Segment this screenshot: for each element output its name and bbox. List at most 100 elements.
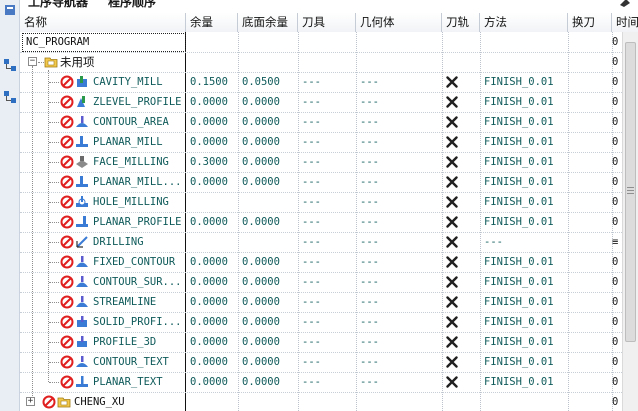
geometry-value: --- [360, 276, 379, 288]
operation-row[interactable]: PLANAR_MILL... 0.0000 0.0000 --- --- FINISH_0… [20, 172, 622, 192]
method-value: FINISH_0.01 [484, 136, 554, 148]
operation-row[interactable]: PROFILE_3D 0.0000 0.0000 --- --- FINISH_0.01 0 [20, 332, 622, 352]
operation-name: FIXED_CONTOUR [93, 256, 176, 268]
stock-value: 0.0000 [190, 296, 228, 308]
operation-row[interactable]: STREAMLINE 0.0000 0.0000 --- --- FINISH_0.01 0 [20, 292, 622, 312]
tree-line [49, 362, 59, 363]
operation-row[interactable]: PLANAR_PROFILE 0.0000 0.0000 --- --- FINISH_0… [20, 212, 622, 232]
operation-row[interactable]: HOLE_MILLING --- --- FINISH_0.01 0 [20, 192, 622, 212]
tool-value: --- [302, 156, 321, 168]
time-value: 0 [612, 216, 619, 228]
operation-row[interactable]: DRILLING --- --- --- ≡ [20, 232, 622, 252]
path-invalid-icon [446, 356, 458, 368]
column-method[interactable]: 方法 [480, 13, 568, 32]
column-tool[interactable]: 刀具 [298, 13, 356, 32]
zlevel-profile-icon [75, 95, 89, 109]
stock-value: 0.0000 [190, 376, 228, 388]
floor-stock-value: 0.0000 [242, 156, 280, 168]
vertical-scrollbar[interactable] [622, 32, 638, 411]
time-value: 0 [612, 56, 619, 68]
stock-value: 0.0000 [190, 96, 228, 108]
cavity-mill-icon [75, 75, 89, 89]
column-path[interactable]: 刀轨 [442, 13, 480, 32]
operation-row[interactable]: CONTOUR_TEXT 0.0000 0.0000 --- --- FINISH_0.0… [20, 352, 622, 372]
operation-name: CONTOUR_AREA [93, 116, 169, 128]
status-none-icon [60, 115, 74, 129]
drilling-icon [75, 235, 89, 249]
operation-row[interactable]: SOLID_PROFI... 0.0000 0.0000 --- --- FINISH_0… [20, 312, 622, 332]
operation-row[interactable]: CONTOUR_SUR... 0.0000 0.0000 --- --- FINISH_0… [20, 272, 622, 292]
geometry-value: --- [360, 136, 379, 148]
column-tool-change[interactable]: 换刀 [568, 13, 612, 32]
geometry-value: --- [360, 256, 379, 268]
status-none-icon [60, 295, 74, 309]
pin-icon[interactable] [618, 0, 632, 8]
contour-text-icon [75, 355, 89, 369]
planar-text-icon [75, 375, 89, 389]
column-name[interactable]: 名称 [20, 13, 186, 32]
column-geometry[interactable]: 几何体 [356, 13, 442, 32]
operation-name: CONTOUR_TEXT [93, 356, 169, 368]
tool-value: --- [302, 176, 321, 188]
tree-line [49, 342, 59, 343]
tool-value: --- [302, 296, 321, 308]
operation-row[interactable]: PLANAR_MILL 0.0000 0.0000 --- --- FINISH_0.01… [20, 132, 622, 152]
operation-name: PLANAR_MILL... [93, 176, 182, 188]
tree-line [49, 202, 59, 203]
status-none-icon [60, 375, 74, 389]
scroll-grip [627, 193, 634, 194]
tree-row-program[interactable]: + CHENG_XU 0 [20, 392, 622, 411]
method-value: FINISH_0.01 [484, 96, 554, 108]
geometry-value: --- [360, 176, 379, 188]
tree-line [49, 122, 59, 123]
floor-stock-value: 0.0000 [242, 216, 280, 228]
path-invalid-icon [446, 376, 458, 388]
operation-name: DRILLING [93, 236, 144, 248]
tree-view-icon[interactable] [3, 58, 17, 72]
method-value: --- [484, 236, 503, 248]
tree-row-unused[interactable]: − 未用项 0 [20, 52, 622, 72]
column-time[interactable]: 时间 [612, 13, 638, 32]
operation-name: STREAMLINE [93, 296, 157, 308]
geometry-value: --- [360, 376, 379, 388]
method-value: FINISH_0.01 [484, 216, 554, 228]
path-invalid-icon [446, 336, 458, 348]
status-none-icon [60, 235, 74, 249]
time-value: 0 [612, 156, 619, 168]
solid-profile-icon [75, 315, 89, 329]
tool-value: --- [302, 116, 321, 128]
tool-value: --- [302, 256, 321, 268]
scrollbar-thumb[interactable] [625, 42, 636, 342]
operation-row[interactable]: PLANAR_TEXT 0.0000 0.0000 --- --- FINISH_0.01… [20, 372, 622, 392]
operation-row[interactable]: FACE_MILLING 0.3000 0.0000 --- --- FINISH_0.0… [20, 152, 622, 172]
stock-value: 0.1500 [190, 76, 228, 88]
tool-value: --- [302, 216, 321, 228]
floor-stock-value [238, 192, 298, 212]
path-invalid-icon [446, 196, 458, 208]
operation-row[interactable]: ZLEVEL_PROFILE 0.0000 0.0000 --- --- FINISH_0… [20, 92, 622, 112]
method-value: FINISH_0.01 [484, 316, 554, 328]
tree-row-root[interactable]: NC_PROGRAM 0 [20, 32, 622, 52]
navigator-tool-icon[interactable] [3, 3, 17, 17]
collapse-toggle[interactable]: − [28, 57, 37, 66]
column-stock[interactable]: 余量 [186, 13, 238, 32]
status-none-icon [60, 75, 74, 89]
operation-row[interactable]: CAVITY_MILL 0.1500 0.0500 --- --- FINISH_0.01… [20, 72, 622, 92]
tree-line [49, 282, 59, 283]
status-none-icon [60, 195, 74, 209]
tool-value: --- [302, 76, 321, 88]
operation-name: CAVITY_MILL [93, 76, 163, 88]
method-value: FINISH_0.01 [484, 176, 554, 188]
operation-row[interactable]: CONTOUR_AREA 0.0000 0.0000 --- --- FINISH_0.0… [20, 112, 622, 132]
path-invalid-icon [446, 236, 458, 248]
program-view-icon[interactable] [3, 90, 17, 104]
expand-toggle[interactable]: + [26, 397, 35, 406]
column-floor-stock[interactable]: 底面余量 [238, 13, 298, 32]
floor-stock-value: 0.0500 [242, 76, 280, 88]
operation-row[interactable]: FIXED_CONTOUR 0.0000 0.0000 --- --- FINISH_0.… [20, 252, 622, 272]
operation-name: ZLEVEL_PROFILE [93, 96, 182, 108]
geometry-value: --- [360, 296, 379, 308]
time-value: 0 [612, 96, 619, 108]
tree-line [49, 382, 59, 383]
tree-line [49, 322, 59, 323]
